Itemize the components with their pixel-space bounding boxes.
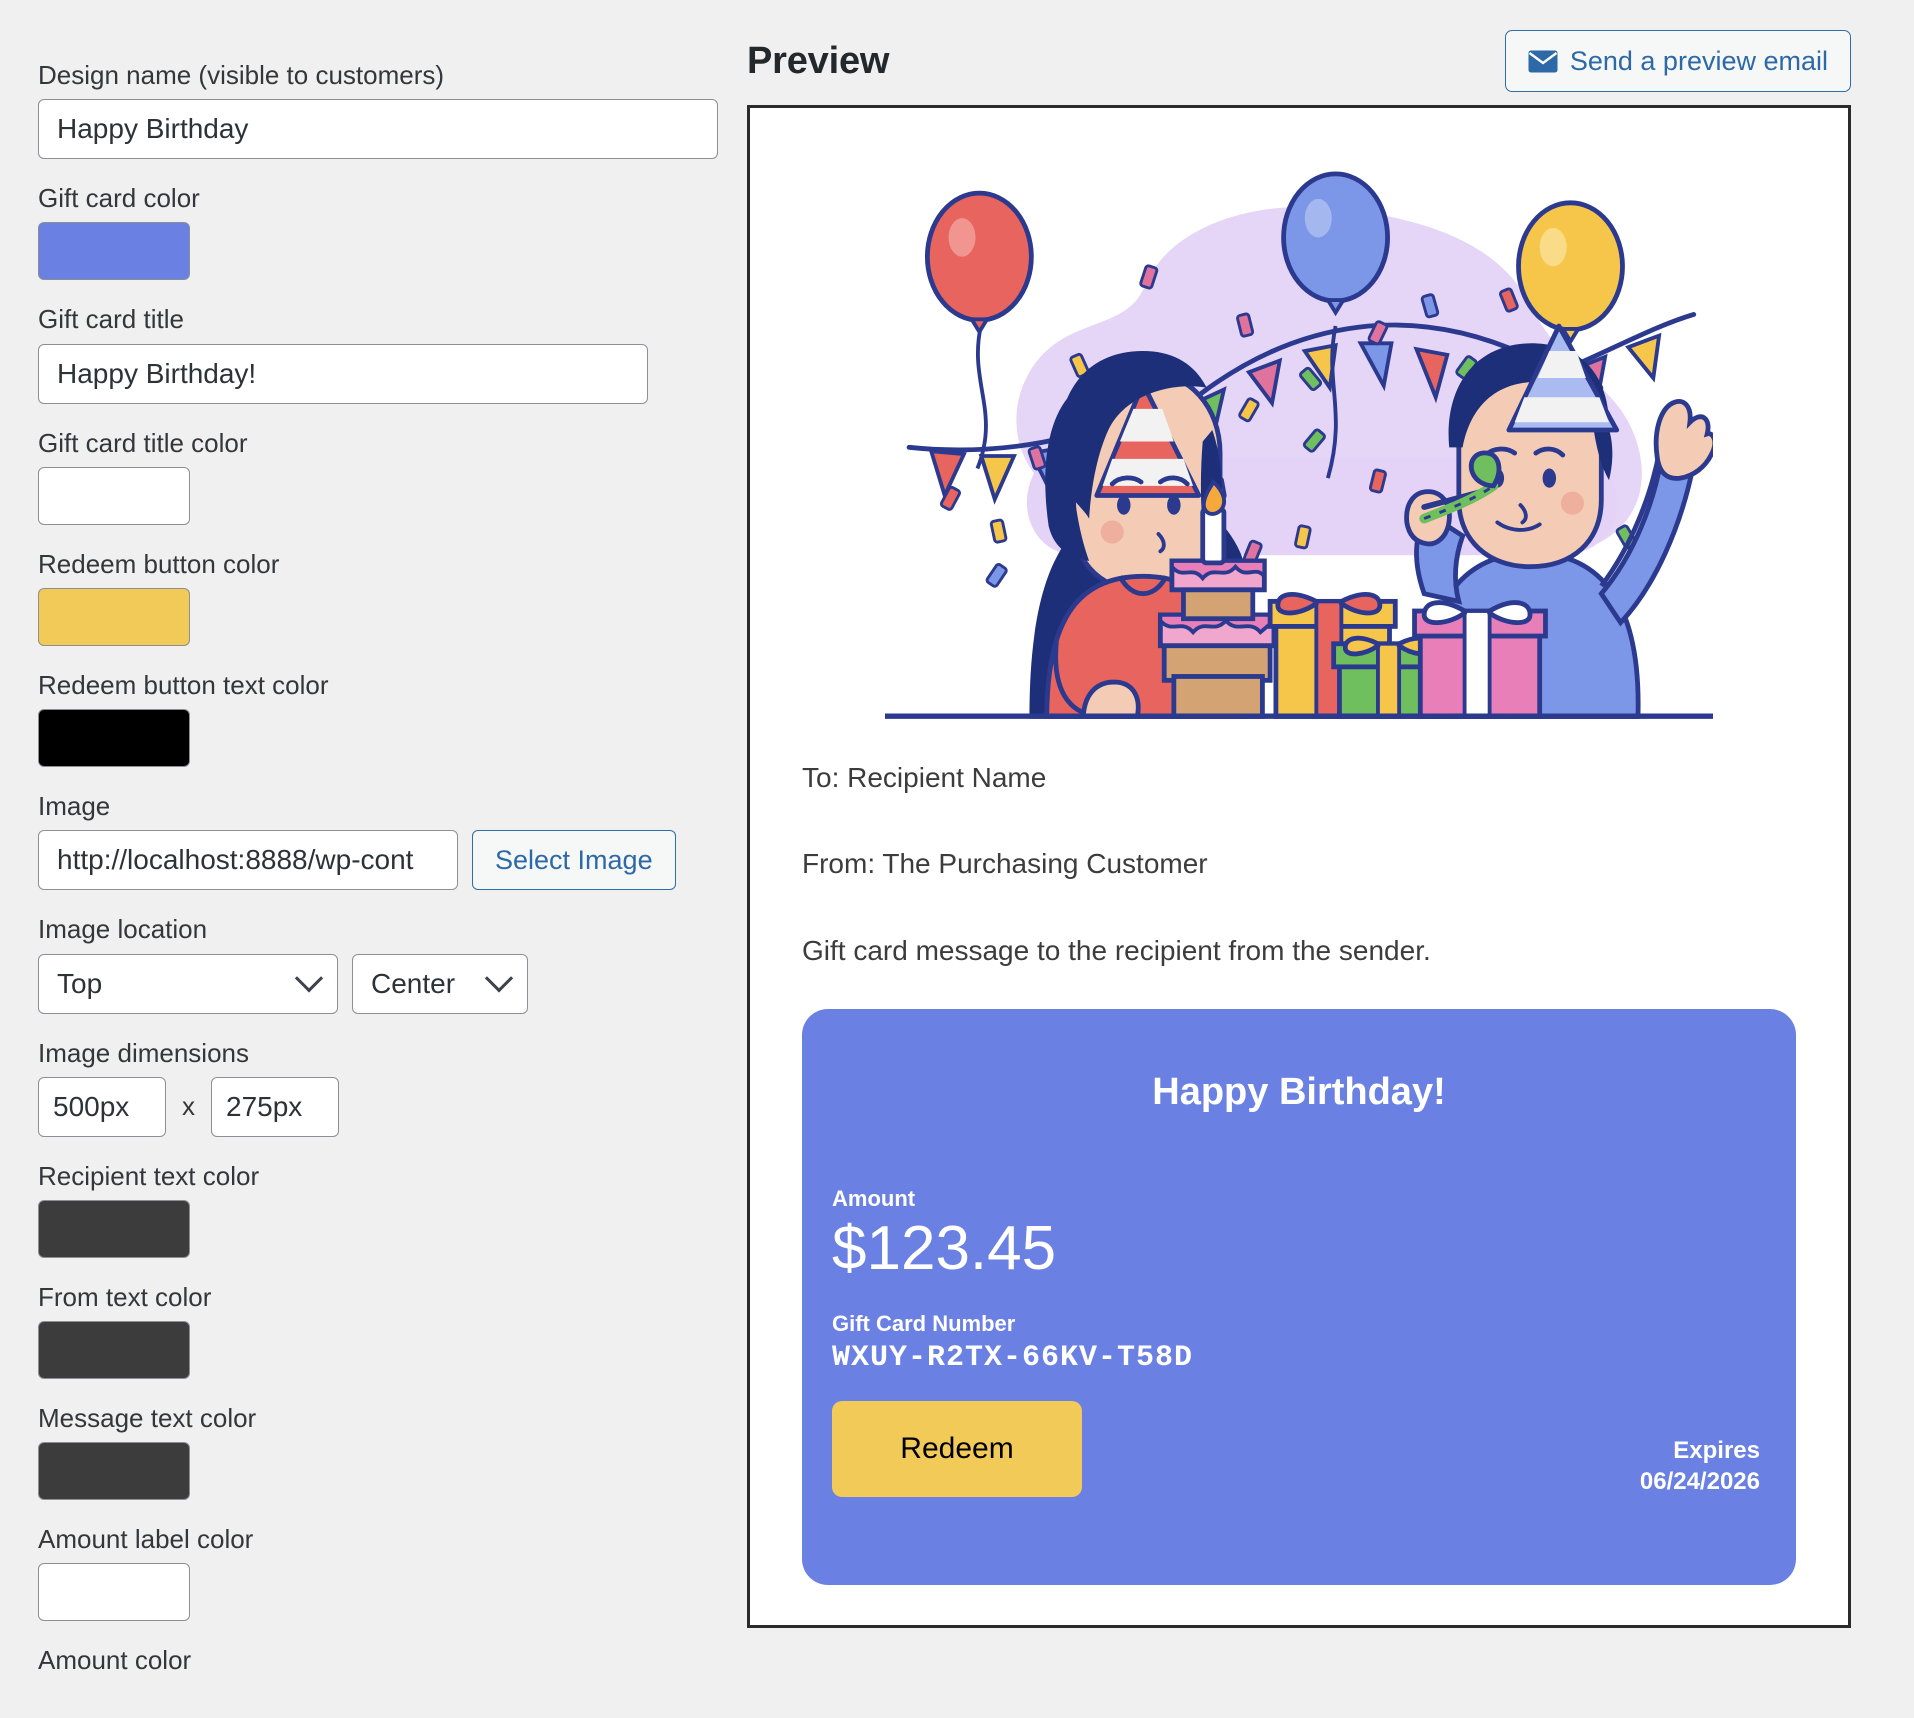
image-location-vertical-value: Top — [57, 967, 103, 999]
from-text-color-swatch[interactable] — [38, 1321, 190, 1380]
field-recipient-text-color: Recipient text color — [38, 1161, 718, 1258]
dimension-separator: x — [182, 1091, 195, 1122]
label-design-name: Design name (visible to customers) — [38, 60, 445, 90]
label-message-text-color: Message text color — [38, 1403, 257, 1434]
gift-card-expires: Expires 06/24/2026 — [1640, 1435, 1760, 1497]
preview-header: Preview Send a preview email — [747, 25, 1851, 97]
illustration-container — [750, 108, 1848, 730]
gift-card-amount: $123.45 — [832, 1214, 1057, 1284]
label-recipient-text-color: Recipient text color — [38, 1160, 260, 1191]
field-gift-card-title-color: Gift card title color — [38, 428, 718, 525]
gift-card-expires-label: Expires — [1673, 1436, 1760, 1464]
gift-card-expires-date: 06/24/2026 — [1639, 1467, 1760, 1495]
label-amount-color: Amount color — [38, 1645, 192, 1676]
label-image-dimensions: Image dimensions — [38, 1037, 249, 1068]
gift-card-preview: Happy Birthday! Amount $123.45 Gift Card… — [802, 1009, 1796, 1586]
gift-card-title-input[interactable] — [38, 343, 648, 404]
label-amount-label-color: Amount label color — [38, 1524, 254, 1555]
field-design-name: Design name (visible to customers) — [38, 60, 718, 160]
image-width-input[interactable] — [38, 1076, 166, 1137]
preview-message-line: Gift card message to the recipient from … — [802, 934, 1431, 966]
amount-label-color-swatch[interactable] — [38, 1563, 190, 1622]
label-from-text-color: From text color — [38, 1281, 212, 1312]
gift-card-number-label: Gift Card Number — [832, 1311, 1016, 1337]
field-redeem-button-color: Redeem button color — [38, 549, 718, 646]
gift-card-designer-page: Design name (visible to customers) Gift … — [0, 0, 1914, 1718]
recipient-text-color-swatch[interactable] — [38, 1199, 190, 1258]
birthday-celebration-illustration — [885, 171, 1713, 719]
image-dimensions-row: x — [38, 1076, 718, 1137]
chevron-down-icon — [294, 963, 324, 992]
gift-card-amount-label: Amount — [832, 1186, 916, 1212]
send-preview-email-button[interactable]: Send a preview email — [1504, 30, 1851, 92]
field-amount-label-color: Amount label color — [38, 1524, 718, 1622]
field-from-text-color: From text color — [38, 1281, 718, 1380]
field-gift-card-title: Gift card title — [38, 304, 718, 404]
label-redeem-button-text-color: Redeem button text color — [38, 669, 329, 700]
page-title: Preview — [747, 39, 890, 82]
field-redeem-button-text-color: Redeem button text color — [38, 669, 718, 768]
envelope-icon — [1528, 50, 1558, 73]
gift-card-title: Happy Birthday! — [1152, 1071, 1446, 1114]
preview-to-line: To: Recipient Name — [802, 762, 1047, 793]
gift-card-title-color-swatch[interactable] — [38, 466, 190, 525]
label-redeem-button-color: Redeem button color — [38, 548, 280, 579]
settings-form: Design name (visible to customers) Gift … — [38, 60, 718, 1701]
image-url-input[interactable] — [38, 830, 458, 891]
gift-card-number: WXUY-R2TX-66KV-T58D — [832, 1341, 1194, 1376]
redeem-button-color-swatch[interactable] — [38, 587, 190, 646]
chevron-down-icon — [484, 963, 514, 992]
label-image: Image — [38, 791, 111, 822]
image-location-horizontal-value: Center — [371, 967, 456, 999]
redeem-button-text-color-swatch[interactable] — [38, 709, 190, 768]
image-location-vertical-select[interactable]: Top — [38, 953, 338, 1014]
image-location-row: Top Center — [38, 953, 718, 1014]
preview-from-line: From: The Purchasing Customer — [802, 848, 1208, 880]
design-name-input[interactable] — [38, 99, 718, 160]
message-text-color-swatch[interactable] — [38, 1442, 190, 1501]
field-message-text-color: Message text color — [38, 1403, 718, 1501]
field-image-location: Image location Top Center — [38, 914, 718, 1014]
preview-panel: To: Recipient Name From: The Purchasing … — [747, 105, 1851, 1628]
image-location-horizontal-select[interactable]: Center — [352, 953, 528, 1014]
redeem-button[interactable]: Redeem — [832, 1401, 1082, 1498]
label-gift-card-title: Gift card title — [38, 304, 184, 335]
image-height-input[interactable] — [211, 1076, 339, 1137]
label-gift-card-color: Gift card color — [38, 183, 200, 214]
field-gift-card-color: Gift card color — [38, 183, 718, 281]
field-image: Image Select Image — [38, 791, 718, 891]
field-amount-color: Amount color — [38, 1645, 718, 1676]
label-image-location: Image location — [38, 914, 208, 945]
image-row: Select Image — [38, 830, 718, 891]
gift-card-color-swatch[interactable] — [38, 222, 190, 281]
select-image-button[interactable]: Select Image — [472, 830, 676, 891]
preview-text-lines: To: Recipient Name From: The Purchasing … — [750, 730, 1848, 969]
field-image-dimensions: Image dimensions x — [38, 1038, 718, 1137]
send-preview-email-label: Send a preview email — [1569, 45, 1828, 76]
label-gift-card-title-color: Gift card title color — [38, 427, 248, 458]
